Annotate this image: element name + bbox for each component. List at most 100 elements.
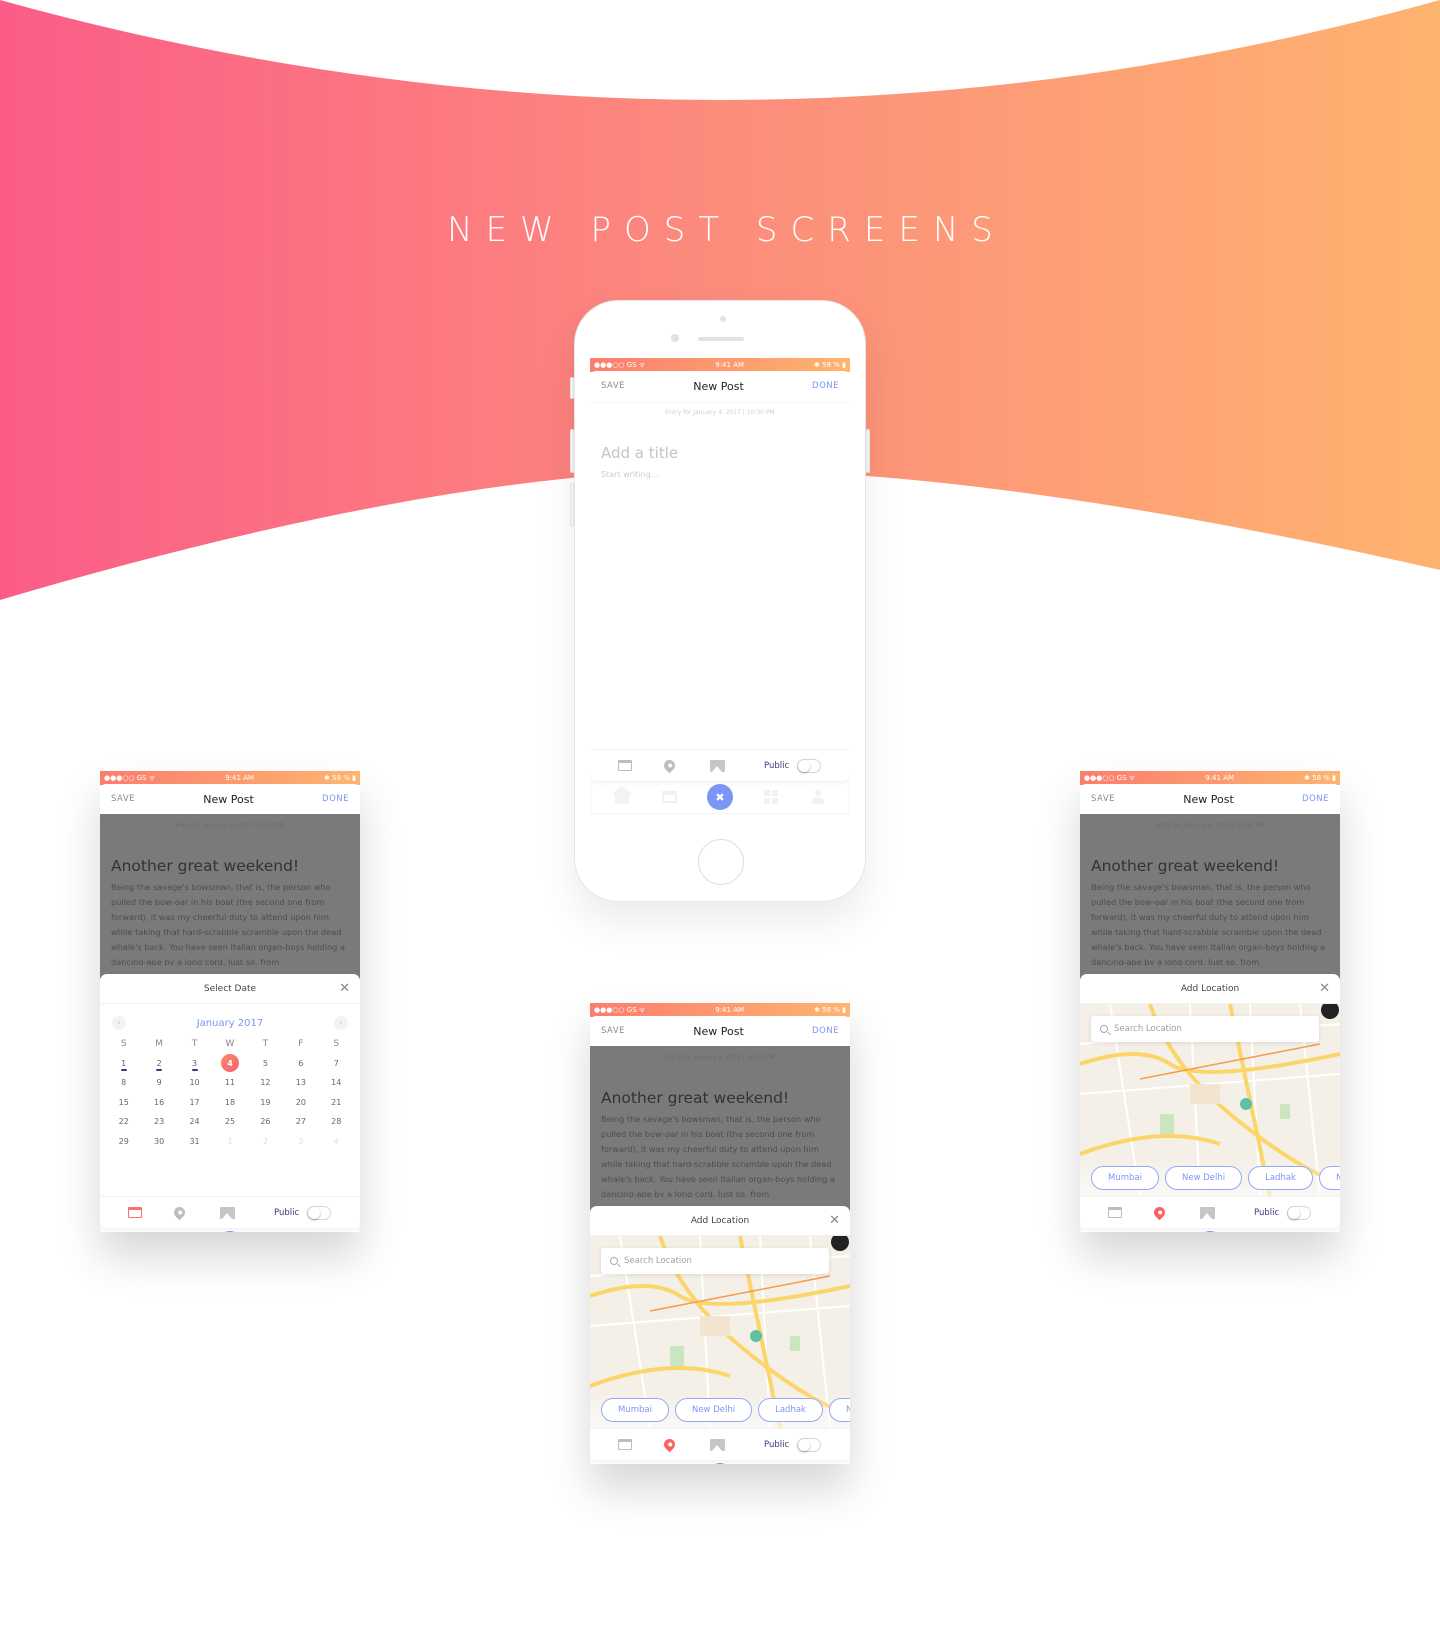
calendar-day[interactable]: 18 <box>212 1093 247 1113</box>
calendar-day[interactable]: 12 <box>248 1073 283 1093</box>
image-tool[interactable] <box>220 1206 266 1219</box>
calendar-day[interactable]: 26 <box>248 1112 283 1132</box>
location-chip[interactable]: New Delhi <box>1164 1166 1243 1190</box>
calendar-day[interactable]: 19 <box>248 1093 283 1113</box>
dimmed-post: Entry for January 4, 2017 | 10:30 PM Ano… <box>590 1046 850 1428</box>
calendar-day[interactable]: 20 <box>283 1093 318 1113</box>
status-bar: ●●●○○ GS ᯤ 9:41 AM ✱ 58 % ▮ <box>590 358 850 372</box>
location-tool[interactable] <box>661 757 710 774</box>
public-label: Public <box>274 1207 300 1218</box>
save-button[interactable]: SAVE <box>111 794 135 804</box>
location-chip[interactable]: Mumbai <box>1091 1166 1159 1190</box>
body-input[interactable]: Start writing... <box>590 462 850 487</box>
calendar-day[interactable]: 24 <box>177 1112 212 1132</box>
tab-calendar[interactable] <box>660 788 678 806</box>
calendar-day[interactable]: 1 <box>106 1054 141 1074</box>
location-chip[interactable]: Ladhak <box>1248 1166 1313 1190</box>
battery-indicator: ✱ 58 % ▮ <box>814 1006 846 1014</box>
calendar-day[interactable]: 5 <box>248 1054 283 1074</box>
month-header: ‹ January 2017 › <box>100 1004 360 1030</box>
calendar-day[interactable]: 29 <box>106 1132 141 1152</box>
calendar-day[interactable]: 22 <box>106 1112 141 1132</box>
close-new-post-button[interactable]: ✖ <box>706 1463 733 1464</box>
location-tool[interactable] <box>171 1204 220 1221</box>
title-input[interactable]: Add a title <box>590 416 850 462</box>
image-tool[interactable] <box>710 1438 756 1451</box>
calendar-day[interactable]: 27 <box>283 1112 318 1132</box>
entry-date: Entry for January 4, 2017 | 10:30 PM <box>175 822 285 829</box>
tab-profile[interactable] <box>809 788 827 806</box>
save-button[interactable]: SAVE <box>1091 794 1115 804</box>
nav-bar: SAVE New Post DONE <box>1080 784 1340 814</box>
calendar-day-selected[interactable]: 4 <box>212 1054 247 1074</box>
location-chip[interactable]: Nagpur <box>1318 1166 1340 1190</box>
date-tool[interactable] <box>1108 1207 1154 1218</box>
save-button[interactable]: SAVE <box>601 1026 625 1036</box>
close-new-post-button[interactable]: ✖ <box>706 784 733 810</box>
screen-add-location: ●●●○○ GS ᯤ 9:41 AM ✱ 58 % ▮ SAVE New Pos… <box>590 1003 850 1464</box>
calendar-day[interactable]: 2 <box>141 1054 176 1074</box>
weekday-label: W <box>225 1038 235 1049</box>
battery-indicator: ✱ 58 % ▮ <box>814 361 846 369</box>
public-toggle[interactable] <box>797 1437 822 1452</box>
post-toolbar: Public <box>1080 1196 1340 1228</box>
post-toolbar: Public <box>100 1196 360 1228</box>
location-tool[interactable] <box>1151 1204 1200 1221</box>
calendar-day[interactable]: 6 <box>283 1054 318 1074</box>
calendar-day[interactable]: 17 <box>177 1093 212 1113</box>
close-icon[interactable]: ✕ <box>339 982 350 995</box>
public-toggle[interactable] <box>797 758 822 773</box>
close-icon[interactable]: ✕ <box>829 1214 840 1227</box>
calendar-day[interactable]: 10 <box>177 1073 212 1093</box>
calendar-day[interactable]: 13 <box>283 1073 318 1093</box>
close-new-post-button[interactable]: ✖ <box>1196 1231 1223 1232</box>
location-tool[interactable] <box>661 1436 710 1453</box>
location-chip[interactable]: New Delhi <box>674 1398 753 1422</box>
entry-date: Entry for January 4, 2017 | 10:30 PM <box>665 409 775 416</box>
calendar-day[interactable]: 21 <box>319 1093 354 1113</box>
phone-mockup: ●●●○○ GS ᯤ 9:41 AM ✱ 58 % ▮ SAVE New Pos… <box>570 300 870 902</box>
calendar-day[interactable]: 23 <box>141 1112 176 1132</box>
search-location-input[interactable]: Search Location <box>601 1248 829 1274</box>
calendar-day[interactable]: 15 <box>106 1093 141 1113</box>
location-chip[interactable]: Nagpur <box>828 1398 850 1422</box>
done-button[interactable]: DONE <box>812 1026 839 1036</box>
calendar-day[interactable]: 9 <box>141 1073 176 1093</box>
tab-home[interactable] <box>612 786 633 806</box>
calendar-day[interactable]: 30 <box>141 1132 176 1152</box>
calendar-day[interactable]: 11 <box>212 1073 247 1093</box>
image-tool[interactable] <box>1200 1206 1246 1219</box>
map-view[interactable]: Search Location Mumbai New Delhi Ladhak … <box>590 1236 850 1428</box>
done-button[interactable]: DONE <box>322 794 349 804</box>
location-chip[interactable]: Mumbai <box>601 1398 669 1422</box>
calendar-day[interactable]: 3 <box>177 1054 212 1074</box>
done-button[interactable]: DONE <box>1302 794 1329 804</box>
sheet-title: Select Date <box>203 983 257 994</box>
sheet-title: Add Location <box>690 1215 750 1226</box>
calendar-day[interactable]: 14 <box>319 1073 354 1093</box>
calendar-day[interactable]: 16 <box>141 1093 176 1113</box>
post-body: Being the savage's bowsman, that is, the… <box>601 1114 835 1197</box>
location-chip[interactable]: Ladhak <box>758 1398 823 1422</box>
calendar-day[interactable]: 7 <box>319 1054 354 1074</box>
image-tool[interactable] <box>710 759 756 772</box>
date-tool[interactable] <box>128 1207 174 1218</box>
date-tool[interactable] <box>618 760 664 771</box>
calendar-day[interactable]: 28 <box>319 1112 354 1132</box>
map-view[interactable]: Search Location Mumbai New Delhi Ladhak … <box>1080 1004 1340 1196</box>
date-tool[interactable] <box>618 1439 664 1450</box>
calendar-day[interactable]: 8 <box>106 1073 141 1093</box>
save-button[interactable]: SAVE <box>601 381 625 391</box>
tab-grid[interactable] <box>762 788 780 806</box>
prev-month-button[interactable]: ‹ <box>112 1016 126 1030</box>
close-new-post-button[interactable]: ✖ <box>216 1231 243 1232</box>
public-toggle[interactable] <box>1287 1205 1312 1220</box>
search-location-input[interactable]: Search Location <box>1091 1016 1319 1042</box>
public-toggle[interactable] <box>307 1205 332 1220</box>
done-button[interactable]: DONE <box>812 381 839 391</box>
next-month-button[interactable]: › <box>333 1016 348 1030</box>
calendar-day[interactable]: 31 <box>177 1132 212 1152</box>
calendar-day[interactable]: 25 <box>212 1112 247 1132</box>
sheet-header: Add Location ✕ <box>590 1206 850 1236</box>
close-icon[interactable]: ✕ <box>1319 982 1330 995</box>
